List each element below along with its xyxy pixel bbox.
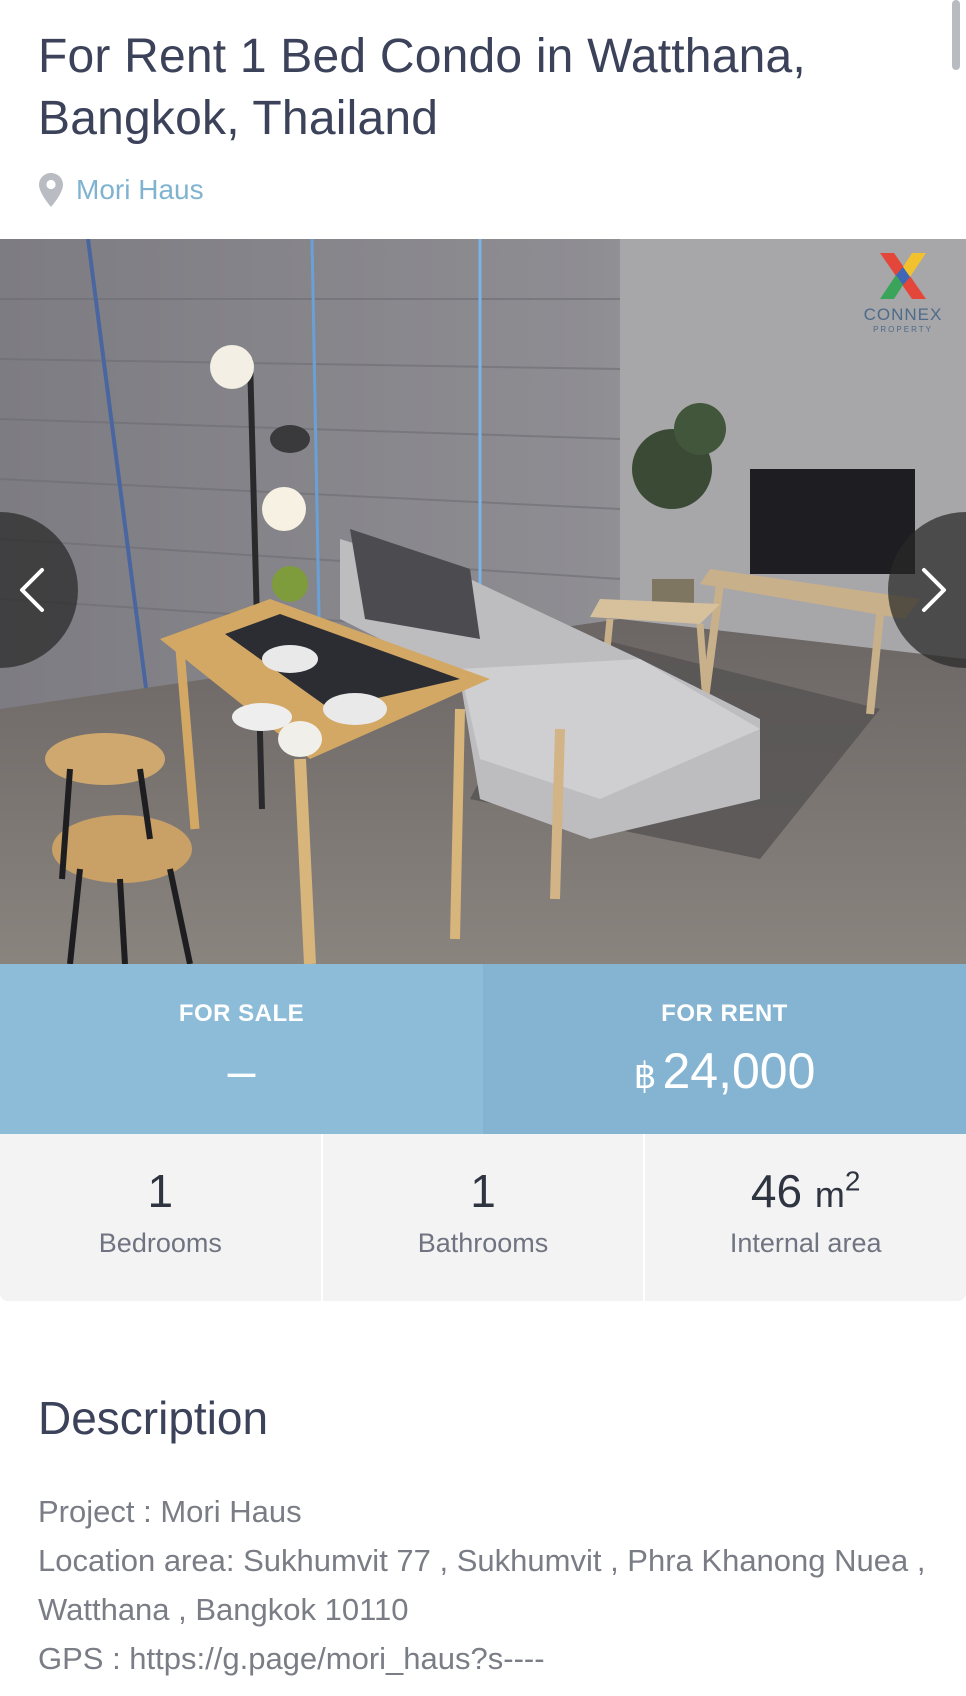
rent-price-panel: FOR RENT ฿ 24,000 xyxy=(483,964,966,1134)
stat-bedrooms: 1 Bedrooms xyxy=(0,1134,323,1301)
area-label: Internal area xyxy=(729,1228,882,1258)
description-body: Project : Mori Haus Location area: Sukhu… xyxy=(38,1487,938,1683)
description-line-gps: GPS : https://g.page/mori_haus?s---- xyxy=(38,1641,545,1676)
page-title: For Rent 1 Bed Condo in Watthana, Bangko… xyxy=(38,30,806,145)
sale-label: FOR SALE xyxy=(178,1000,305,1027)
description-line-location: Location area: Sukhumvit 77 , Sukhumvit … xyxy=(38,1543,926,1627)
connex-logo-icon xyxy=(880,253,926,299)
description-heading: Description xyxy=(38,1392,269,1444)
bedrooms-count: 1 xyxy=(147,1165,174,1217)
sale-price-panel: FOR SALE – xyxy=(0,964,483,1134)
rent-label: FOR RENT xyxy=(661,1000,788,1027)
agency-logo: CONNEX PROPERTY xyxy=(848,247,958,339)
rent-price-value: ฿ 24,000 xyxy=(634,1042,816,1100)
chevron-left-icon xyxy=(20,568,44,612)
stat-bathrooms: 1 Bathrooms xyxy=(323,1134,646,1301)
bathrooms-count: 1 xyxy=(470,1165,496,1217)
listing-photo xyxy=(0,239,966,964)
rent-value: 24,000 xyxy=(662,1043,816,1099)
area-value: 46 xyxy=(750,1165,803,1217)
area-value-group: 46 m2 xyxy=(751,1164,861,1218)
project-location-link[interactable]: Mori Haus xyxy=(38,172,928,208)
description-line-project: Project : Mori Haus xyxy=(38,1494,302,1529)
logo-text: CONNEX xyxy=(863,305,943,324)
pin-icon xyxy=(39,173,63,207)
area-unit-sup: 2 xyxy=(844,1165,861,1197)
listing-header: For Rent 1 Bed Condo in Watthana, Bangko… xyxy=(0,0,966,239)
chevron-right-icon xyxy=(922,568,946,612)
bathrooms-label: Bathrooms xyxy=(417,1228,549,1258)
description-section: Description Project : Mori Haus Location… xyxy=(0,1301,966,1683)
logo-subtext: PROPERTY xyxy=(873,325,933,334)
price-bar: FOR SALE – FOR RENT ฿ 24,000 xyxy=(0,964,966,1134)
sale-value: – xyxy=(227,1043,256,1099)
bedrooms-label: Bedrooms xyxy=(98,1228,222,1258)
stat-area: 46 m2 Internal area xyxy=(645,1134,966,1301)
scrollbar[interactable] xyxy=(952,0,960,70)
project-name: Mori Haus xyxy=(76,174,204,205)
photo-gallery[interactable]: CONNEX PROPERTY xyxy=(0,239,966,964)
sale-price-value: – xyxy=(228,1042,256,1100)
area-unit: m xyxy=(814,1174,845,1215)
currency-symbol: ฿ xyxy=(633,1055,657,1096)
property-stats: 1 Bedrooms 1 Bathrooms 46 m2 Internal ar… xyxy=(0,1134,966,1301)
